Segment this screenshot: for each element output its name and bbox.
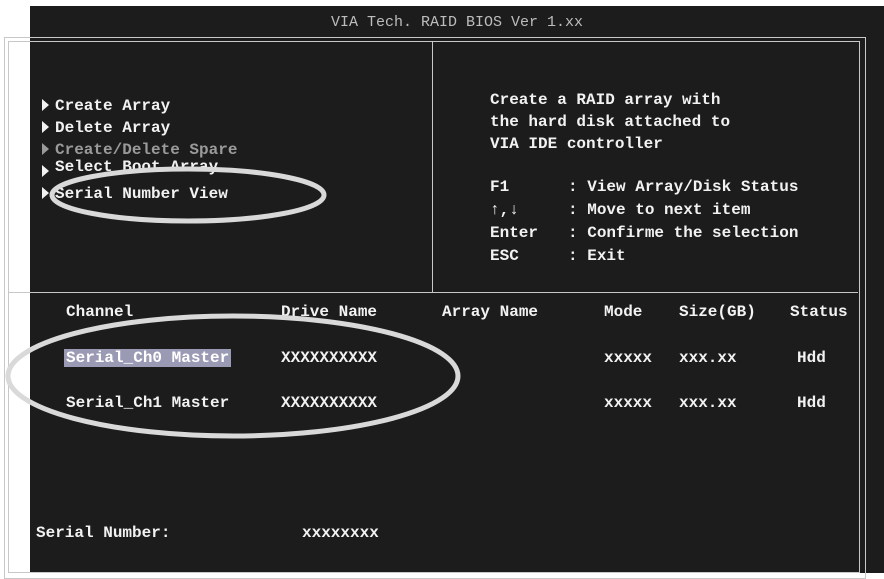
key-separator: : [568, 178, 578, 196]
selected-cell[interactable]: Serial_Ch0 Master [64, 349, 232, 367]
key-separator: : [568, 201, 578, 219]
serial-number-value: xxxxxxxx [302, 524, 379, 542]
key-name: F1 [490, 178, 510, 196]
row-mode: xxxxx [604, 394, 653, 412]
row-mode: xxxxx [604, 349, 653, 367]
key-separator: : [568, 247, 578, 265]
row-size: xxx.xx [679, 394, 737, 412]
key-name: ESC [490, 247, 519, 265]
key-action: Move to next item [587, 201, 751, 219]
triangle-right-icon [42, 187, 49, 199]
column-header-size: Size(GB) [679, 303, 756, 321]
panel-divider-vertical [432, 41, 433, 292]
key-name: Enter [490, 224, 539, 242]
column-header-status: Status [790, 303, 848, 321]
serial-number-label: Serial Number: [36, 524, 171, 542]
triangle-right-icon [42, 165, 49, 177]
key-legend-row: ESC: Exit [490, 245, 798, 268]
key-action: Confirme the selection [587, 224, 799, 242]
column-header-array-name: Array Name [442, 303, 539, 321]
panel-divider-horizontal [8, 292, 858, 293]
row-channel: Serial_Ch1 Master [66, 394, 230, 412]
key-legend: F1: View Array/Disk Status ↑,↓: Move to … [490, 176, 798, 268]
menu-item-create-array[interactable]: Create Array [42, 95, 237, 117]
menu-item-delete-array[interactable]: Delete Array [42, 117, 237, 139]
bios-title: VIA Tech. RAID BIOS Ver 1.xx [330, 14, 584, 31]
row-drive-name: XXXXXXXXXX [281, 394, 378, 412]
key-separator: : [568, 224, 578, 242]
column-header-channel: Channel [66, 303, 134, 321]
main-menu: Create Array Delete Array Create/Delete … [42, 95, 237, 205]
column-header-mode: Mode [604, 303, 643, 321]
row-channel: Serial_Ch0 Master [64, 345, 232, 371]
key-legend-row: ↑,↓: Move to next item [490, 199, 798, 222]
row-status: Hdd [797, 394, 826, 412]
column-header-drive-name: Drive Name [281, 303, 378, 321]
triangle-right-icon [42, 121, 49, 133]
row-drive-name: XXXXXXXXXX [281, 349, 378, 367]
key-legend-row: Enter: Confirme the selection [490, 222, 798, 245]
triangle-right-icon [42, 143, 49, 155]
row-size: xxx.xx [679, 349, 737, 367]
key-action: View Array/Disk Status [587, 178, 799, 196]
row-status: Hdd [797, 349, 826, 367]
menu-item-select-boot-array[interactable]: Select Boot Array [42, 158, 237, 183]
key-legend-row: F1: View Array/Disk Status [490, 176, 798, 199]
menu-item-serial-number-view[interactable]: Serial Number View [42, 183, 237, 205]
triangle-right-icon [42, 99, 49, 111]
help-description: Create a RAID array with the hard disk a… [490, 91, 731, 153]
key-action: Exit [587, 247, 626, 265]
key-name: ↑,↓ [490, 201, 519, 219]
